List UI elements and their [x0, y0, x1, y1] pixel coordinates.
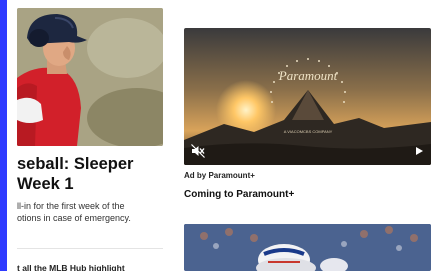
- paramount-logo-text: Paramount: [278, 68, 338, 83]
- video-tagline: A VIACOMCBS COMPANY: [284, 129, 333, 134]
- play-icon[interactable]: [411, 143, 427, 159]
- baseball-article-card[interactable]: seball: Sleeper Week 1 ll-in for the fir…: [7, 0, 167, 271]
- headline-line-2[interactable]: Week 1: [17, 174, 169, 194]
- next-article-title[interactable]: t all the MLB Hub highlight: [17, 262, 167, 271]
- ad-video-player[interactable]: Paramount A VIACOMCBS COMPANY: [184, 28, 431, 165]
- article-summary: ll-in for the first week of the otions i…: [17, 200, 167, 224]
- left-accent-bar: [0, 0, 7, 271]
- muted-speaker-icon[interactable]: [190, 143, 206, 159]
- summary-line-2: otions in case of emergency.: [17, 213, 131, 223]
- card-divider: [17, 248, 163, 249]
- summary-line-1: ll-in for the first week of the: [17, 201, 125, 211]
- headline-line-1[interactable]: seball: Sleeper: [17, 154, 169, 174]
- next-article-image[interactable]: [184, 224, 431, 271]
- article-headline[interactable]: seball: Sleeper Week 1: [17, 154, 169, 194]
- ad-title-link[interactable]: Coming to Paramount+: [184, 189, 294, 200]
- ad-sponsor-label: Ad by Paramount+: [184, 171, 255, 180]
- paramount-ad-card[interactable]: Paramount A VIACOMCBS COMPANY Ad by Para…: [184, 28, 431, 271]
- baseball-player-image[interactable]: [17, 8, 163, 146]
